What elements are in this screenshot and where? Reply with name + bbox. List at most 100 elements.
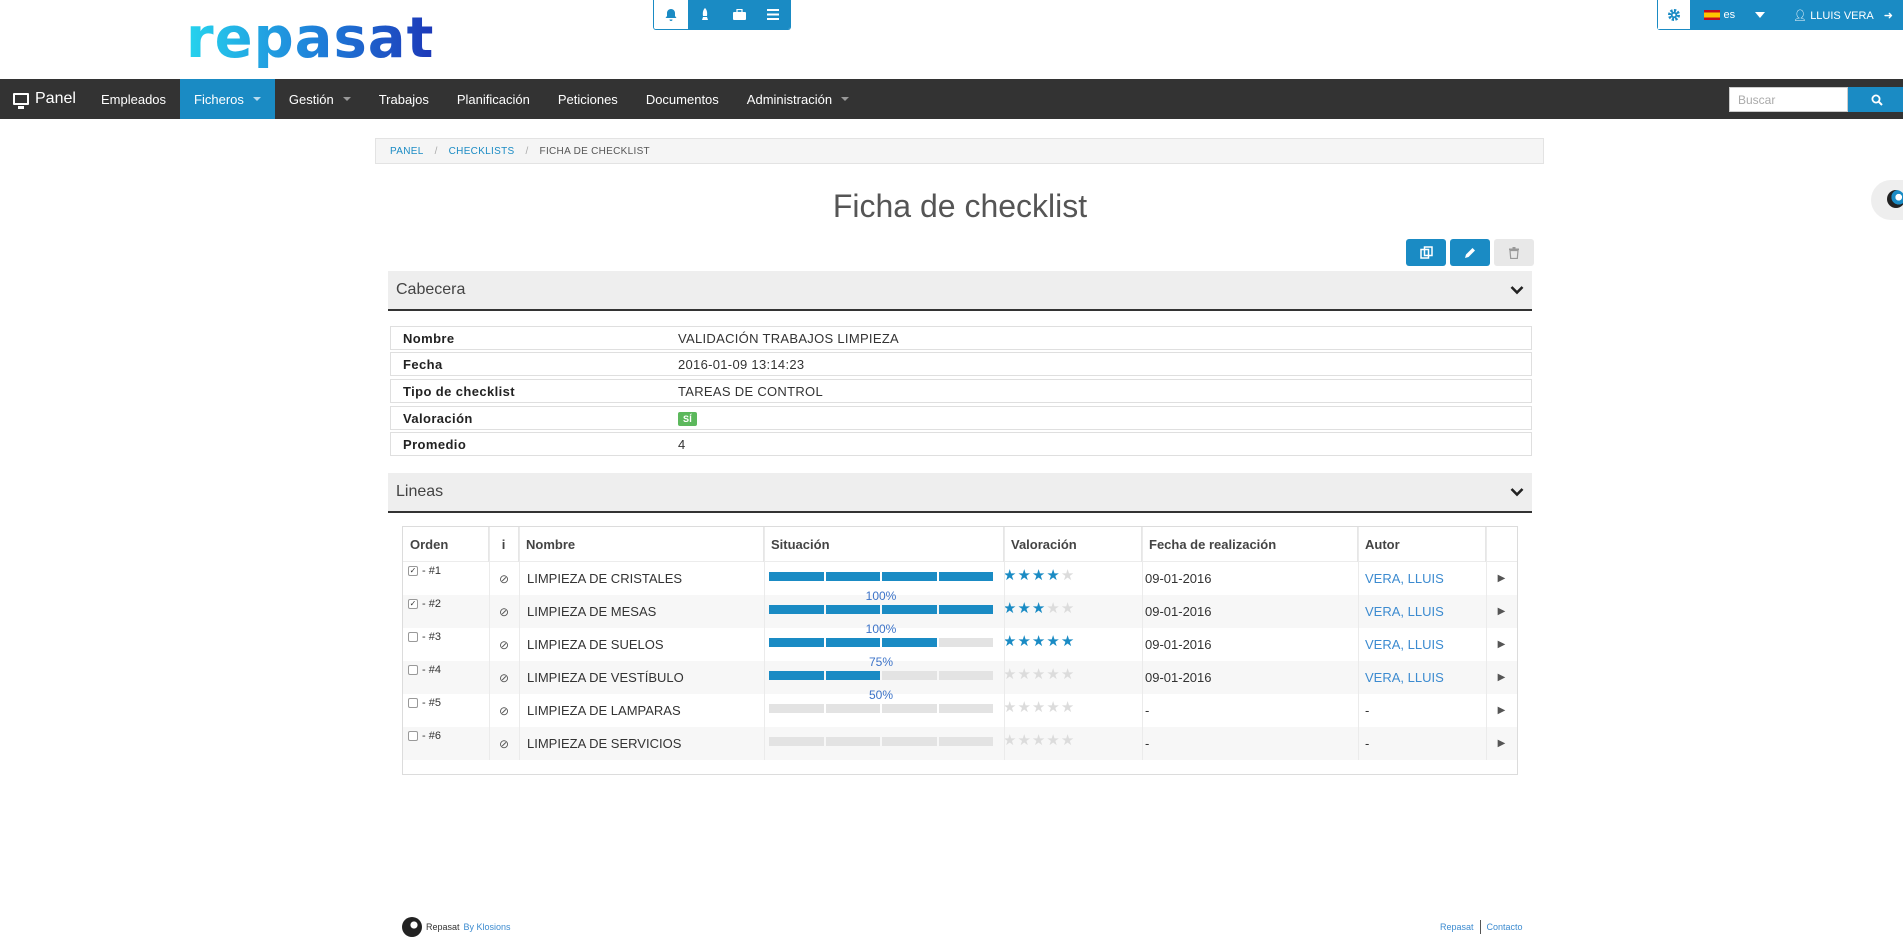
edit-button[interactable] <box>1450 239 1490 266</box>
caret-right-icon[interactable]: ▶ <box>1486 661 1517 694</box>
autor-link[interactable]: VERA, LLUIS <box>1365 595 1485 628</box>
user-menu[interactable]: 👤︎ LLUIS VERA <box>1773 9 1882 22</box>
star-icon[interactable]: ★ <box>1003 633 1017 650</box>
nav-item-administracion[interactable]: Administración <box>733 79 863 119</box>
language-selector[interactable]: es <box>1690 9 1774 21</box>
nombre-cell: LIMPIEZA DE LAMPARAS <box>527 703 681 718</box>
search-input[interactable] <box>1729 87 1848 112</box>
line-checkbox[interactable]: ✓ <box>408 599 418 609</box>
panel-link[interactable]: Panel <box>13 79 76 119</box>
star-icon[interactable]: ★ <box>1017 600 1031 617</box>
star-icon[interactable]: ★ <box>1046 732 1060 749</box>
star-icon[interactable]: ★ <box>1061 699 1075 716</box>
star-icon[interactable]: ★ <box>1032 567 1046 584</box>
star-icon[interactable]: ★ <box>1003 600 1017 617</box>
caret-right-icon[interactable]: ▶ <box>1486 595 1517 628</box>
autor-link[interactable]: VERA, LLUIS <box>1365 562 1485 595</box>
nav-item-planificacion[interactable]: Planificación <box>443 79 544 119</box>
column-header-valoracion[interactable]: Valoración <box>1004 527 1142 562</box>
delete-button[interactable] <box>1494 239 1534 266</box>
table-row[interactable]: - #6 ⊘ LIMPIEZA DE SERVICIOS ★★★★★ - - ▶ <box>403 727 1517 760</box>
star-icon[interactable]: ★ <box>1032 666 1046 683</box>
bell-icon[interactable] <box>654 0 688 29</box>
star-icon[interactable]: ★ <box>1003 732 1017 749</box>
nav-item-empleados[interactable]: Empleados <box>87 79 180 119</box>
progress-segment <box>882 737 937 746</box>
column-header-situacion[interactable]: Situación <box>764 527 1004 562</box>
star-icon[interactable]: ★ <box>1003 666 1017 683</box>
star-icon[interactable]: ★ <box>1046 666 1060 683</box>
gear-icon[interactable] <box>1657 0 1690 29</box>
star-icon[interactable]: ★ <box>1046 699 1060 716</box>
ban-icon[interactable]: ⊘ <box>489 694 519 727</box>
star-icon[interactable]: ★ <box>1017 567 1031 584</box>
star-icon[interactable]: ★ <box>1046 600 1060 617</box>
caret-right-icon[interactable]: ▶ <box>1486 694 1517 727</box>
footer-link-contacto[interactable]: Contacto <box>1487 922 1523 932</box>
column-header-orden[interactable]: Orden <box>403 527 489 562</box>
line-checkbox[interactable] <box>408 731 418 741</box>
star-icon[interactable]: ★ <box>1046 633 1060 650</box>
nav-item-peticiones[interactable]: Peticiones <box>544 79 632 119</box>
orden-cell: - #4 <box>408 664 441 676</box>
star-icon[interactable]: ★ <box>1003 699 1017 716</box>
star-icon[interactable]: ★ <box>1017 666 1031 683</box>
nav-item-gestion[interactable]: Gestión <box>275 79 365 119</box>
progress-segment <box>769 572 824 581</box>
column-divider <box>1486 527 1487 760</box>
ban-icon[interactable]: ⊘ <box>489 661 519 694</box>
caret-right-icon[interactable]: ▶ <box>1486 727 1517 760</box>
table-row[interactable]: - #5 ⊘ LIMPIEZA DE LAMPARAS 50% ★★★★★ - - ▶ <box>403 688 1517 727</box>
star-icon[interactable]: ★ <box>1061 666 1075 683</box>
nav-item-ficheros[interactable]: Ficheros <box>180 79 275 119</box>
star-icon[interactable]: ★ <box>1017 699 1031 716</box>
breadcrumb-checklists[interactable]: CHECKLISTS <box>449 146 515 157</box>
nav-label: Gestión <box>288 91 334 107</box>
star-icon[interactable]: ★ <box>1017 633 1031 650</box>
star-icon[interactable]: ★ <box>1061 567 1075 584</box>
user-icon: 👤︎ <box>1793 9 1808 22</box>
duplicate-button[interactable] <box>1406 239 1446 266</box>
star-icon[interactable]: ★ <box>1017 732 1031 749</box>
caret-right-icon[interactable]: ▶ <box>1486 562 1517 595</box>
column-header-fecha[interactable]: Fecha de realización <box>1142 527 1358 562</box>
column-header-nombre[interactable]: Nombre <box>519 527 764 562</box>
autor-link[interactable]: VERA, LLUIS <box>1365 661 1485 694</box>
ban-icon[interactable]: ⊘ <box>489 595 519 628</box>
star-icon[interactable]: ★ <box>1032 732 1046 749</box>
logout-icon[interactable]: ➜ <box>1882 9 1903 22</box>
line-checkbox[interactable] <box>408 698 418 708</box>
footer-link-repasat[interactable]: Repasat <box>1440 922 1474 932</box>
nav-item-trabajos[interactable]: Trabajos <box>365 79 443 119</box>
rocket-icon[interactable] <box>688 0 722 29</box>
search-form <box>1729 87 1903 112</box>
progress-segment <box>769 704 824 713</box>
ban-icon[interactable]: ⊘ <box>489 628 519 661</box>
ban-icon[interactable]: ⊘ <box>489 727 519 760</box>
line-checkbox[interactable] <box>408 632 418 642</box>
column-header-autor[interactable]: Autor <box>1358 527 1486 562</box>
star-icon[interactable]: ★ <box>1032 600 1046 617</box>
star-icon[interactable]: ★ <box>1061 600 1075 617</box>
autor-link[interactable]: VERA, LLUIS <box>1365 628 1485 661</box>
cabecera-section-header[interactable]: Cabecera <box>388 271 1532 311</box>
search-button[interactable] <box>1848 87 1903 112</box>
star-icon[interactable]: ★ <box>1032 699 1046 716</box>
ban-icon[interactable]: ⊘ <box>489 562 519 595</box>
star-icon[interactable]: ★ <box>1003 567 1017 584</box>
rating-stars: ★★★★★ <box>1003 731 1075 749</box>
star-icon[interactable]: ★ <box>1046 567 1060 584</box>
star-icon[interactable]: ★ <box>1061 732 1075 749</box>
star-icon[interactable]: ★ <box>1061 633 1075 650</box>
line-checkbox[interactable]: ✓ <box>408 566 418 576</box>
briefcase-icon[interactable] <box>722 0 756 29</box>
breadcrumb-panel[interactable]: PANEL <box>390 146 424 157</box>
caret-right-icon[interactable]: ▶ <box>1486 628 1517 661</box>
lineas-section-header[interactable]: Lineas <box>388 473 1532 513</box>
star-icon[interactable]: ★ <box>1032 633 1046 650</box>
repasat-logo[interactable]: repasat <box>186 10 434 68</box>
footer-by-link[interactable]: By Klosions <box>464 922 511 932</box>
line-checkbox[interactable] <box>408 665 418 675</box>
list-icon[interactable] <box>756 0 790 29</box>
nav-item-documentos[interactable]: Documentos <box>632 79 733 119</box>
